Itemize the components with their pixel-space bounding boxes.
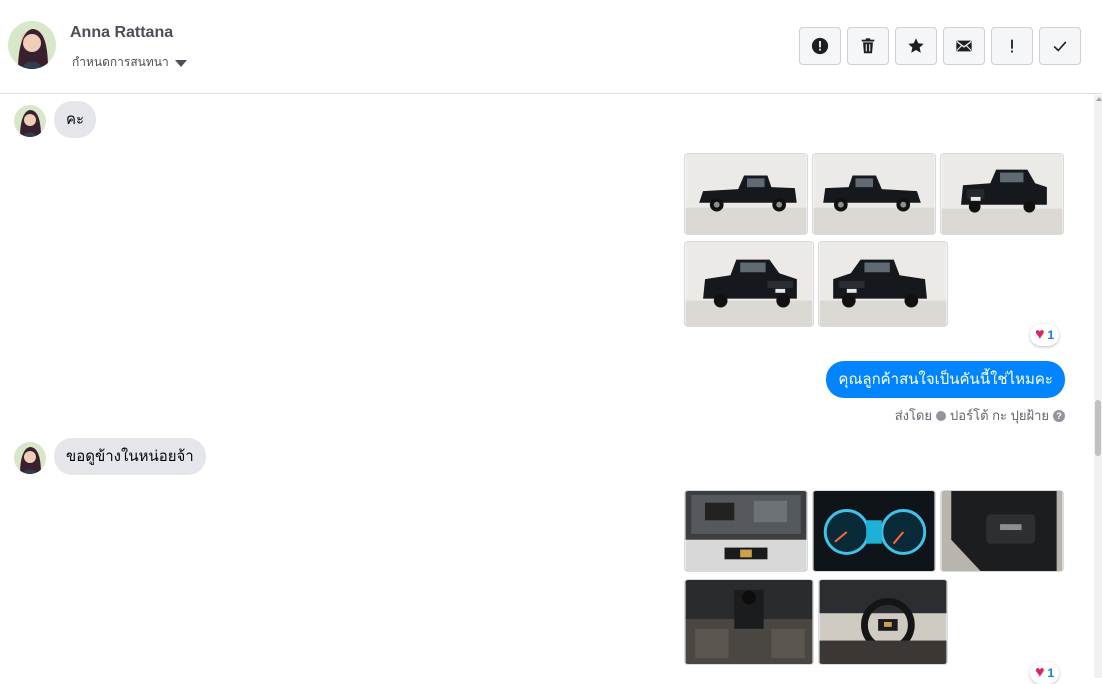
spam-icon <box>811 37 829 55</box>
door-panel-photo[interactable] <box>940 490 1064 572</box>
outgoing-message: คุณลูกค้าสนใจเป็นคันนี้ใช่ไหมคะ <box>826 361 1065 398</box>
car-front-right-photo[interactable] <box>818 241 948 327</box>
photo-reaction[interactable]: ♥ 1 <box>1030 324 1060 346</box>
contact-name[interactable]: Anna Rattana <box>70 24 173 42</box>
assign-label: กำหนดการสนทนา <box>72 55 169 69</box>
sender-avatar <box>14 442 46 474</box>
assign-conversation-dropdown[interactable]: กำหนดการสนทนา <box>72 53 187 72</box>
follow-up-icon <box>1011 39 1013 53</box>
envelope-icon <box>956 40 972 52</box>
car-rear-photo[interactable] <box>940 153 1064 235</box>
trash-icon <box>861 38 875 54</box>
conversation-toolbar <box>799 27 1081 65</box>
steering-wheel-photo[interactable] <box>818 579 948 665</box>
mark-spam-button[interactable] <box>799 27 841 65</box>
star-icon <box>908 38 924 53</box>
incoming-message: ขอดูข้างในหน่อยจ้า <box>54 438 206 475</box>
photo-reaction[interactable]: ♥ 1 <box>1030 662 1060 684</box>
check-icon <box>1053 41 1067 52</box>
car-front-left-photo[interactable] <box>684 241 814 327</box>
car-side-right-photo[interactable] <box>812 153 936 235</box>
mark-done-button[interactable] <box>1039 27 1081 65</box>
conversation-header: Anna Rattana กำหนดการสนทนา <box>0 0 1102 94</box>
contact-avatar[interactable] <box>8 21 56 69</box>
message-scrollbar[interactable] <box>1094 95 1102 678</box>
gear-shift-photo[interactable] <box>684 579 814 665</box>
sent-by-label: ส่งโดย <box>894 408 933 423</box>
star-button[interactable] <box>895 27 937 65</box>
car-side-left-photo[interactable] <box>684 153 808 235</box>
delete-button[interactable] <box>847 27 889 65</box>
mark-unread-button[interactable] <box>943 27 985 65</box>
chevron-down-icon <box>174 59 187 67</box>
engine-bay-photo[interactable] <box>684 490 808 572</box>
heart-icon: ♥ <box>1035 664 1045 681</box>
incoming-message: คะ <box>54 101 97 138</box>
sent-by-line: ส่งโดย ปอร์โต้ กะ ปุยฝ้าย ? <box>895 405 1065 426</box>
help-icon[interactable]: ? <box>1053 409 1065 422</box>
scrollbar-thumb[interactable] <box>1095 400 1101 456</box>
reaction-count: 1 <box>1047 328 1055 342</box>
heart-icon: ♥ <box>1035 326 1045 343</box>
sender-avatar <box>14 105 46 137</box>
sent-by-name[interactable]: ปอร์โต้ กะ ปุยฝ้าย <box>950 405 1049 426</box>
verified-icon <box>936 410 947 421</box>
scroll-up-arrow-icon[interactable] <box>1096 97 1102 101</box>
follow-up-button[interactable] <box>991 27 1033 65</box>
dashboard-gauges-photo[interactable] <box>812 490 936 572</box>
